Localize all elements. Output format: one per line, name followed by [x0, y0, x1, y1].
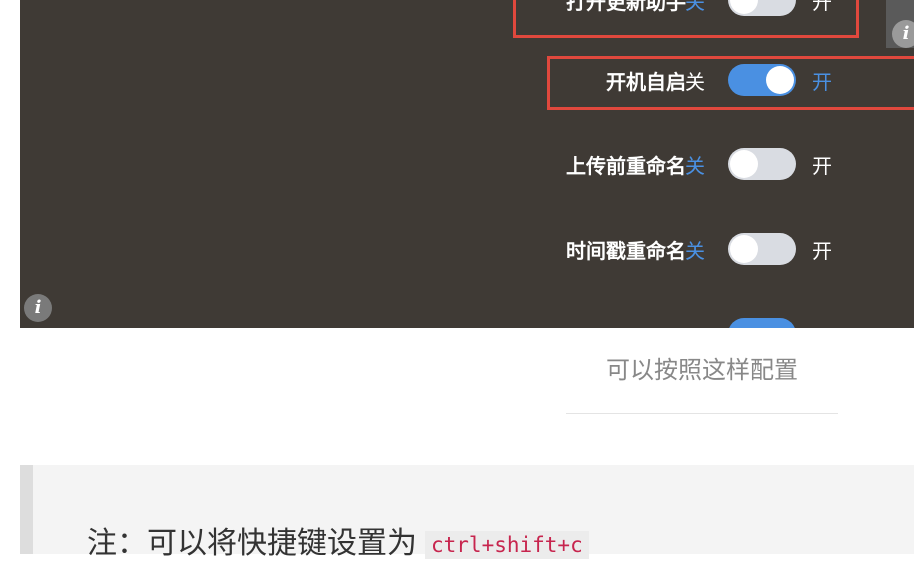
note-block: 注：可以将快捷键设置为 ctrl+shift+c: [20, 465, 914, 561]
highlight-box: [513, 0, 859, 38]
settings-panel: 打开更新助手 关 开 开机自启 关 开 上传前重命名 关 开 时间戳重命名 关 …: [20, 0, 914, 328]
off-label: 关: [685, 153, 705, 178]
next-setting-toggle[interactable]: [728, 318, 796, 328]
highlight-box: [547, 56, 914, 110]
shortcut-code: ctrl+shift+c: [425, 530, 589, 559]
on-label: 开: [812, 238, 832, 263]
toggle-knob: [730, 150, 758, 178]
setting-row-rename-before-upload: 上传前重命名 关 开: [20, 144, 914, 184]
toggle-knob: [730, 235, 758, 263]
side-tab: i: [886, 0, 914, 48]
info-icon[interactable]: i: [892, 20, 914, 48]
timestamp-rename-toggle[interactable]: [728, 233, 796, 265]
caption-divider: [566, 413, 838, 414]
on-label: 开: [812, 153, 832, 178]
note-text-wrapper: 注：可以将快捷键设置为 ctrl+shift+c: [87, 518, 589, 562]
off-label: 关: [685, 238, 705, 263]
setting-label: 上传前重命名: [566, 153, 686, 178]
setting-row-timestamp-rename: 时间戳重命名 关 开: [20, 229, 914, 269]
info-icon[interactable]: i: [24, 294, 52, 322]
image-caption: 可以按照这样配置: [606, 356, 798, 384]
rename-before-upload-toggle[interactable]: [728, 148, 796, 180]
note-text: 注：可以将快捷键设置为: [87, 526, 417, 561]
setting-label: 时间戳重命名: [566, 238, 686, 263]
